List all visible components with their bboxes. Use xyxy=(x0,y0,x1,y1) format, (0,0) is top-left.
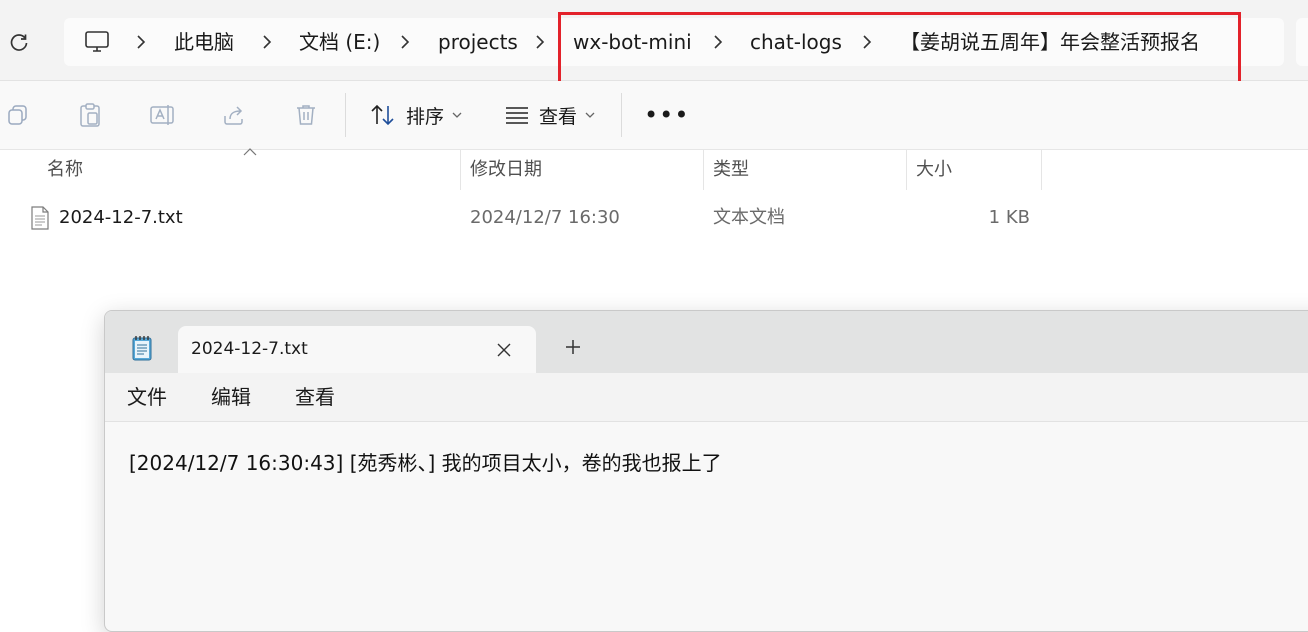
breadcrumb-chat-logs[interactable]: chat-logs xyxy=(750,18,842,66)
sort-icon xyxy=(371,104,394,126)
file-name[interactable]: 2024-12-7.txt xyxy=(59,198,183,238)
notepad-text-content[interactable]: [2024/12/7 16:30:43] [苑秀彬、] 我的项目太小，卷的我也报… xyxy=(129,447,722,476)
chevron-down-icon xyxy=(452,112,462,118)
file-modified: 2024/12/7 16:30 xyxy=(470,207,620,228)
notepad-window[interactable]: 2024-12-7.txt 文件 编辑 查看 [2024/12/7 16:30:… xyxy=(104,310,1308,632)
chevron-right-icon[interactable] xyxy=(134,18,148,66)
address-bar[interactable]: 此电脑 文档 (E:) projects wx-bot-mini chat-lo… xyxy=(64,18,1284,66)
close-tab-icon[interactable] xyxy=(494,340,514,360)
column-header-modified[interactable]: 修改日期 xyxy=(470,150,542,190)
column-divider[interactable] xyxy=(703,150,704,190)
new-tab-icon[interactable] xyxy=(563,337,583,357)
sort-ascending-indicator-icon xyxy=(243,148,257,156)
refresh-button[interactable] xyxy=(6,30,32,56)
menu-edit[interactable]: 编辑 xyxy=(211,373,251,421)
refresh-icon xyxy=(10,34,28,51)
breadcrumb-wx-bot-mini[interactable]: wx-bot-mini xyxy=(573,18,692,66)
chevron-right-icon[interactable] xyxy=(860,18,874,66)
column-divider[interactable] xyxy=(906,150,907,190)
chevron-right-icon[interactable] xyxy=(533,18,547,66)
more-options-button[interactable]: ••• xyxy=(644,103,689,127)
menu-view[interactable]: 查看 xyxy=(295,373,335,421)
file-type: 文本文档 xyxy=(713,207,785,228)
view-label: 查看 xyxy=(539,105,578,128)
breadcrumb-current-folder[interactable]: 【姜胡说五周年】年会整活预报名 xyxy=(900,18,1200,66)
rename-icon[interactable] xyxy=(148,101,176,129)
chevron-right-icon[interactable] xyxy=(711,18,725,66)
text-file-icon xyxy=(31,206,49,230)
chevron-right-icon[interactable] xyxy=(398,18,412,66)
notepad-app-icon xyxy=(132,336,152,361)
toolbar-divider xyxy=(345,93,346,137)
breadcrumb-this-pc[interactable]: 此电脑 xyxy=(174,18,234,66)
command-toolbar: 排序 查看 ••• xyxy=(0,81,1308,150)
chevron-right-icon[interactable] xyxy=(260,18,274,66)
notepad-menu-bar: 文件 编辑 查看 xyxy=(105,373,1308,422)
address-row: 此电脑 文档 (E:) projects wx-bot-mini chat-lo… xyxy=(0,0,1308,81)
file-row[interactable]: 2024-12-7.txt 2024/12/7 16:30 文本文档 1 KB xyxy=(22,198,1042,238)
view-button[interactable]: 查看 xyxy=(505,99,595,131)
column-divider[interactable] xyxy=(1041,150,1042,190)
column-divider[interactable] xyxy=(460,150,461,190)
paste-icon[interactable] xyxy=(76,101,104,129)
this-pc-icon[interactable] xyxy=(84,29,110,55)
search-box-edge[interactable] xyxy=(1296,18,1308,66)
breadcrumb-drive-e[interactable]: 文档 (E:) xyxy=(299,18,380,66)
file-size: 1 KB xyxy=(988,207,1030,228)
view-list-icon xyxy=(506,107,528,124)
chevron-down-icon xyxy=(585,112,595,118)
breadcrumb-projects[interactable]: projects xyxy=(438,18,518,66)
menu-file[interactable]: 文件 xyxy=(127,373,167,421)
delete-icon[interactable] xyxy=(292,101,320,129)
tab-title: 2024-12-7.txt xyxy=(191,339,308,359)
share-icon[interactable] xyxy=(220,101,248,129)
sort-button[interactable]: 排序 xyxy=(370,99,462,131)
sort-label: 排序 xyxy=(406,105,445,128)
toolbar-divider xyxy=(621,93,622,137)
copy-icon[interactable] xyxy=(4,101,32,129)
column-header-name[interactable]: 名称 xyxy=(47,150,83,190)
column-header-size[interactable]: 大小 xyxy=(916,150,952,190)
notepad-title-bar[interactable]: 2024-12-7.txt xyxy=(105,311,1308,373)
column-header-type[interactable]: 类型 xyxy=(713,150,749,190)
notepad-tab-active[interactable]: 2024-12-7.txt xyxy=(178,326,536,373)
